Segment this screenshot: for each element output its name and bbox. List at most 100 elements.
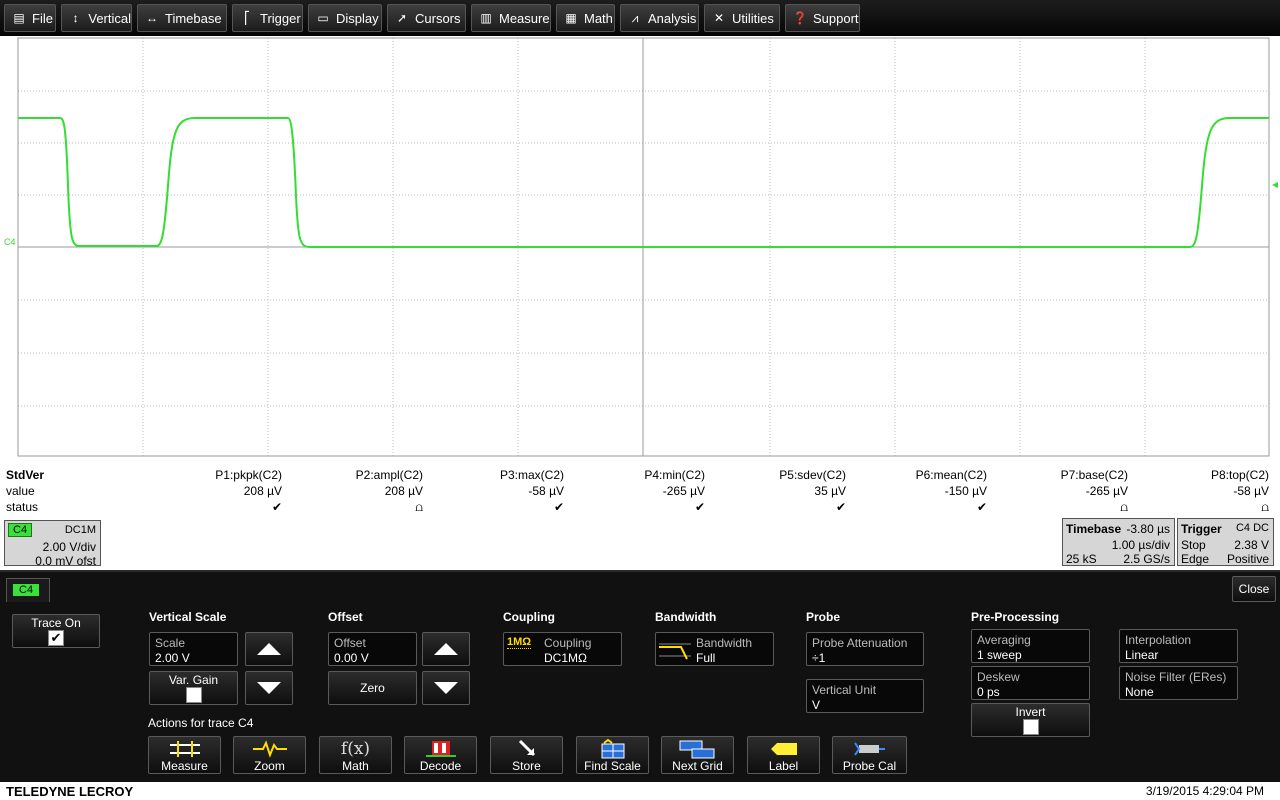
action-math-button[interactable]: f(x) Math bbox=[319, 736, 392, 774]
probe-attenuation-value: ÷1 bbox=[812, 651, 826, 665]
action-zoom-button[interactable]: Zoom bbox=[233, 736, 306, 774]
vertical-unit-value: V bbox=[812, 698, 821, 712]
param-name[interactable]: P3:max(C2) bbox=[424, 468, 564, 482]
param-name[interactable]: P7:base(C2) bbox=[988, 468, 1128, 482]
param-name[interactable]: P8:top(C2) bbox=[1129, 468, 1269, 482]
trigger-type: Edge bbox=[1181, 552, 1210, 566]
coupling-title: Coupling bbox=[503, 610, 555, 624]
timebase-per-div: 1.00 µs/div bbox=[1111, 538, 1170, 552]
menu-support[interactable]: ❓ Support bbox=[785, 4, 860, 32]
menu-file[interactable]: ▤ File bbox=[4, 4, 56, 32]
calculator-icon: ▦ bbox=[565, 11, 577, 25]
param-name[interactable]: P1:pkpk(C2) bbox=[142, 468, 282, 482]
measurement-header-row: StdVer P1:pkpk(C2) P2:ampl(C2) P3:max(C2… bbox=[0, 468, 1280, 484]
probe-attenuation-field[interactable]: Probe Attenuation ÷1 bbox=[806, 632, 924, 666]
averaging-value: 1 sweep bbox=[977, 648, 1022, 662]
action-store-button[interactable]: Store bbox=[490, 736, 563, 774]
store-icon bbox=[518, 739, 535, 757]
scale-label: Scale bbox=[155, 636, 186, 650]
param-value: -150 µV bbox=[944, 484, 987, 498]
menu-math[interactable]: ▦ Math bbox=[556, 4, 615, 32]
channel-badge: C4 bbox=[8, 523, 33, 537]
measurement-table[interactable]: StdVer P1:pkpk(C2) P2:ampl(C2) P3:max(C2… bbox=[0, 468, 1280, 516]
param-name[interactable]: P5:sdev(C2) bbox=[706, 468, 846, 482]
menu-vertical[interactable]: ↕ Vertical bbox=[61, 4, 132, 32]
action-label: Next Grid bbox=[672, 759, 723, 773]
scale-value: 2.00 V bbox=[155, 651, 190, 665]
action-probe-cal-button[interactable]: Probe Cal bbox=[832, 736, 907, 774]
action-next-grid-button[interactable]: Next Grid bbox=[661, 736, 734, 774]
status-bar: TELEDYNE LECROY 3/19/2015 4:29:04 PM bbox=[0, 782, 1280, 800]
param-name[interactable]: P2:ampl(C2) bbox=[283, 468, 423, 482]
label-tag-icon bbox=[770, 743, 797, 755]
datetime: 3/19/2015 4:29:04 PM bbox=[1145, 784, 1264, 798]
var-gain-label: Var. Gain bbox=[168, 673, 219, 687]
deskew-field[interactable]: Deskew 0 ps bbox=[971, 666, 1090, 700]
action-label-button[interactable]: Label bbox=[747, 736, 820, 774]
action-find-scale-button[interactable]: Find Scale bbox=[576, 736, 649, 774]
trigger-descriptor[interactable]: Trigger C4 DC Stop 2.38 V Edge Positive bbox=[1177, 518, 1274, 566]
bandwidth-field[interactable]: Bandwidth Full bbox=[655, 632, 774, 666]
interpolation-field[interactable]: Interpolation Linear bbox=[1119, 629, 1238, 663]
close-button[interactable]: Close bbox=[1232, 576, 1276, 602]
zero-offset-button[interactable]: Zero bbox=[328, 671, 417, 705]
noise-filter-field[interactable]: Noise Filter (ERes) None bbox=[1119, 666, 1238, 700]
waveform-svg: C4 bbox=[4, 37, 1278, 457]
display-icon: ▭ bbox=[317, 11, 329, 25]
coupling-value: DC1MΩ bbox=[544, 651, 587, 665]
probe-cal-icon bbox=[853, 742, 885, 756]
param-status-icon: ⩍ bbox=[415, 500, 423, 514]
menu-display[interactable]: ▭ Display bbox=[308, 4, 382, 32]
timebase-descriptor[interactable]: Timebase -3.80 µs 1.00 µs/div 25 kS 2.5 … bbox=[1062, 518, 1175, 566]
menu-measure[interactable]: ▥ Measure bbox=[471, 4, 551, 32]
averaging-field[interactable]: Averaging 1 sweep bbox=[971, 629, 1090, 663]
function-icon: f(x) bbox=[340, 739, 371, 759]
action-label: Measure bbox=[161, 759, 208, 773]
scale-up-button[interactable] bbox=[245, 632, 293, 666]
param-name[interactable]: P4:min(C2) bbox=[565, 468, 705, 482]
action-label: Store bbox=[512, 759, 541, 773]
param-value: -58 µV bbox=[528, 484, 564, 498]
down-arrow-icon bbox=[434, 682, 458, 694]
coupling-label: Coupling bbox=[544, 636, 592, 650]
offset-field[interactable]: Offset 0.00 V bbox=[328, 632, 417, 666]
menu-trigger[interactable]: ⎡ Trigger bbox=[232, 4, 303, 32]
scale-down-button[interactable] bbox=[245, 671, 293, 705]
menu-timebase[interactable]: ↔ Timebase bbox=[137, 4, 227, 32]
offset-title: Offset bbox=[328, 610, 363, 624]
menu-cursors[interactable]: ➚ Cursors bbox=[387, 4, 466, 32]
action-measure-button[interactable]: Measure bbox=[148, 736, 221, 774]
action-decode-button[interactable]: Decode bbox=[404, 736, 477, 774]
down-arrow-icon bbox=[257, 682, 281, 694]
scale-field[interactable]: Scale 2.00 V bbox=[149, 632, 238, 666]
noise-filter-label: Noise Filter (ERes) bbox=[1125, 670, 1227, 684]
analysis-icon: ⩘ bbox=[631, 10, 639, 25]
offset-value: 0.00 V bbox=[334, 651, 369, 665]
action-label: Math bbox=[342, 759, 369, 773]
measure-icon bbox=[169, 741, 200, 757]
param-status-icon: ⩍ bbox=[1120, 500, 1128, 514]
trace-on-toggle[interactable]: Trace On ✔ bbox=[12, 614, 100, 648]
offset-down-button[interactable] bbox=[422, 671, 470, 705]
bandwidth-label: Bandwidth bbox=[696, 636, 753, 650]
value-row-label: value bbox=[6, 484, 35, 498]
brand-logo: TELEDYNE LECROY bbox=[6, 784, 134, 799]
offset-up-button[interactable] bbox=[422, 632, 470, 666]
trace-label-c4: C4 bbox=[4, 237, 16, 247]
bandwidth-value: Full bbox=[696, 651, 716, 665]
var-gain-toggle[interactable]: Var. Gain bbox=[149, 671, 238, 705]
channel-coupling: DC1M bbox=[64, 524, 96, 536]
deskew-label: Deskew bbox=[977, 670, 1020, 684]
waveform-grid[interactable]: C4 bbox=[0, 36, 1280, 458]
invert-toggle[interactable]: Invert bbox=[971, 703, 1090, 737]
menu-utilities[interactable]: ✕ Utilities bbox=[704, 4, 780, 32]
param-status-icon: ✔ bbox=[976, 500, 987, 514]
param-name[interactable]: P6:mean(C2) bbox=[847, 468, 987, 482]
coupling-field[interactable]: 1MΩ Coupling DC1MΩ bbox=[503, 632, 622, 666]
tab-c4[interactable]: C4 bbox=[6, 578, 50, 602]
channel-descriptor-c4[interactable]: C4 DC1M 2.00 V/div 0.0 mV ofst bbox=[4, 520, 101, 568]
measurement-value-row: value 208 µV 208 µV -58 µV -265 µV 35 µV… bbox=[0, 484, 1280, 500]
vertical-unit-field[interactable]: Vertical Unit V bbox=[806, 679, 924, 713]
param-value: -265 µV bbox=[662, 484, 705, 498]
menu-analysis[interactable]: ⩘ Analysis bbox=[620, 4, 699, 32]
